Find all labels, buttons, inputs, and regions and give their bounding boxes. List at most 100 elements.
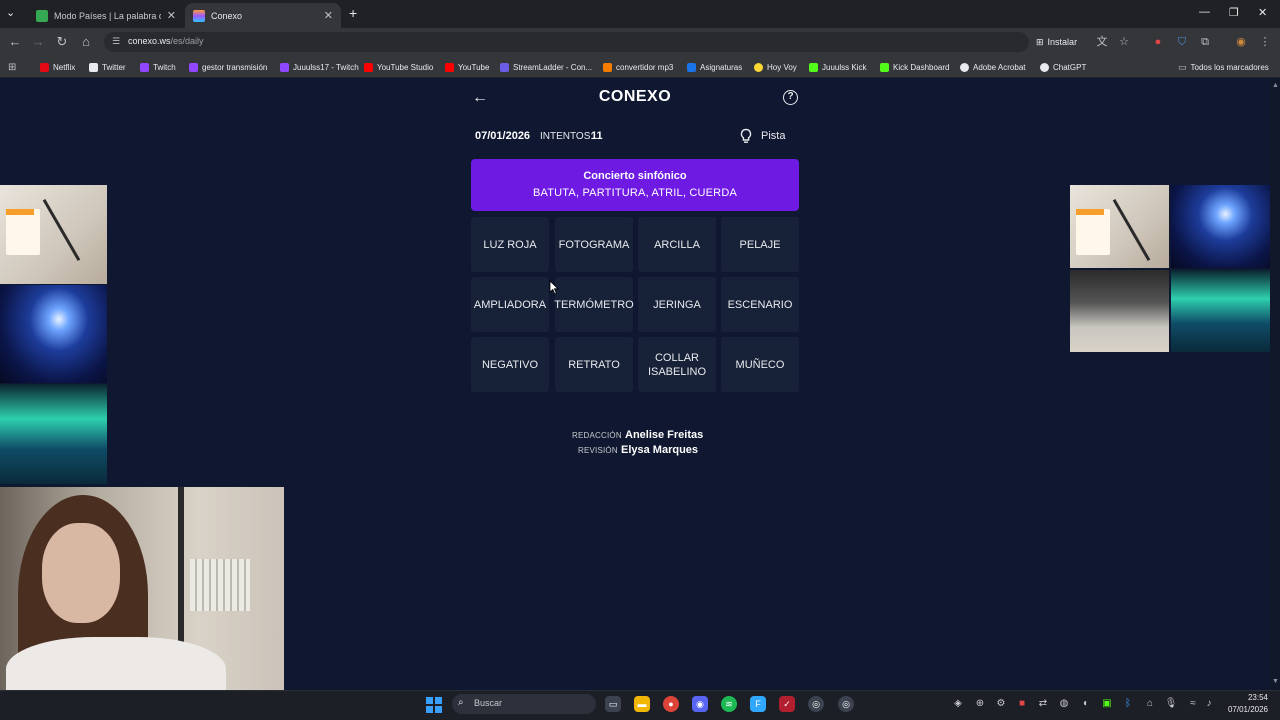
restore-icon[interactable]: ❐ [1229,6,1239,19]
bookmark-kick-dashboard[interactable]: Kick Dashboard [880,61,949,73]
lightbulb-icon[interactable] [739,128,753,144]
bookmark-convertidor[interactable]: convertidor mp3 [603,61,673,73]
windows-start-icon[interactable] [426,697,442,713]
bookmark-juuulss-kick[interactable]: Juuulss Kick [809,61,866,73]
file-explorer-icon[interactable]: ▬ [634,696,650,712]
tray-app-icon[interactable]: ■ [1015,698,1029,709]
word-tile[interactable]: FOTOGRAMA [555,217,633,272]
tab-search-icon[interactable]: ⌄ [6,6,15,19]
minimize-icon[interactable]: — [1199,6,1210,18]
scroll-down-icon[interactable]: ▼ [1272,678,1279,685]
bookmark-hoy-voy[interactable]: Hoy Voy [754,61,797,73]
tab-favicon [193,9,205,22]
back-icon[interactable]: ← [7,34,23,50]
tab-conexo[interactable]: Conexo ✕ [185,3,341,28]
scroll-up-icon[interactable]: ▲ [1272,82,1279,89]
bookmark-label: Todos los marcadores [1190,62,1269,72]
ad-graphic [6,209,40,255]
site-info-icon[interactable]: ☰ [112,36,120,47]
bookmark-asignaturas[interactable]: Asignaturas [687,61,742,73]
ad-image-galaxy-room[interactable] [1171,185,1270,268]
word-tile[interactable]: LUZ ROJA [471,217,549,272]
extension-badge-icon[interactable]: ● [1151,35,1165,49]
apps-grid-icon[interactable]: ⊞ [8,61,16,73]
bookmark-youtube-studio[interactable]: YouTube Studio [364,61,433,73]
bookmark-streamladder[interactable]: StreamLadder - Con... [500,61,592,73]
all-bookmarks-folder[interactable]: ▭ Todos los marcadores [1178,61,1269,73]
word-tile[interactable]: RETRATO [555,337,633,392]
media-app-icon[interactable]: ✓ [779,696,795,712]
url-path: /es/daily [170,36,204,46]
word-tile[interactable]: ARCILLA [638,217,716,272]
word-tile[interactable]: PELAJE [721,217,799,272]
tray-app-icon[interactable]: ◍ [1057,698,1071,709]
word-tile[interactable]: TERMÓMETRO [554,277,634,332]
scrollbar[interactable] [1270,79,1280,690]
taskbar-clock-date[interactable]: 07/01/2026 [1226,705,1268,714]
install-app-button[interactable]: ⊞ Instalar [1036,34,1077,50]
bookmark-twitch[interactable]: Twitch [140,61,176,73]
close-window-icon[interactable]: ✕ [1258,6,1267,19]
tray-usb-icon[interactable]: ⌂ [1143,698,1157,709]
photoshop-icon[interactable]: F [750,696,766,712]
address-bar[interactable] [104,32,1029,52]
obs-alt-icon[interactable]: ◎ [838,696,854,712]
tray-settings-icon[interactable]: ⚙ [994,698,1008,709]
ad-image-desk[interactable] [0,185,107,284]
word-tile[interactable]: COLLAR ISABELINO [638,337,716,392]
bookmark-gestor[interactable]: gestor transmisión [189,61,267,73]
obs-icon[interactable]: ◎ [808,696,824,712]
ad-image-aurora-room[interactable] [0,384,107,484]
bookmark-twitter[interactable]: Twitter [89,61,126,73]
chrome-icon[interactable]: ● [663,696,679,712]
ad-image-living-room[interactable] [1070,270,1169,352]
url-text[interactable]: conexo.ws/es/daily [128,36,204,46]
bookmark-chatgpt[interactable]: ChatGPT [1040,61,1086,73]
bookmark-juuulss-twitch[interactable]: Juuulss17 - Twitch [280,61,359,73]
tab-modo-paises[interactable]: Modo Países | La palabra del d ✕ [28,3,184,28]
word-tile[interactable]: MUÑECO [721,337,799,392]
discord-icon[interactable]: ◉ [692,696,708,712]
new-tab-icon[interactable]: + [349,5,357,21]
spotify-icon[interactable]: ≋ [721,696,737,712]
tray-wifi-icon[interactable]: ≈ [1186,698,1200,709]
tray-app-icon[interactable]: ◈ [951,698,965,709]
tray-microphone-icon[interactable]: 🎙︎ [1164,698,1178,709]
menu-icon[interactable]: ⋮ [1258,35,1272,49]
close-tab-icon[interactable]: ✕ [324,9,333,22]
word-tile[interactable]: JERINGA [638,277,716,332]
forward-icon[interactable]: → [30,34,46,50]
translate-icon[interactable]: 文 [1095,35,1109,49]
word-tile[interactable]: ESCENARIO [721,277,799,332]
bookmark-star-icon[interactable]: ☆ [1117,35,1131,49]
tray-chrome-icon[interactable]: ◐ [1079,698,1093,709]
word-tile[interactable]: NEGATIVO [471,337,549,392]
help-icon[interactable]: ? [783,90,798,105]
extensions-icon[interactable]: ⧉ [1198,35,1212,49]
home-icon[interactable]: ⌂ [78,34,94,50]
close-tab-icon[interactable]: ✕ [167,9,176,22]
ad-image-desk[interactable] [1070,185,1169,268]
tray-volume-icon[interactable]: ♪ [1202,698,1216,709]
shield-icon[interactable]: ⛉ [1175,35,1189,49]
puzzle-date: 07/01/2026 [475,130,531,142]
hint-button[interactable]: Pista [761,130,785,142]
profile-avatar-icon[interactable]: ◉ [1234,35,1248,49]
tray-app-icon[interactable]: ▣ [1100,698,1114,709]
bookmark-youtube[interactable]: YouTube [445,61,489,73]
tray-bluetooth-icon[interactable]: ᛒ [1121,698,1135,709]
tray-sync-icon[interactable]: ⇄ [1036,698,1050,709]
tray-app-icon[interactable]: ⊕ [973,698,987,709]
task-view-icon[interactable]: ▭ [605,696,621,712]
bookmark-adobe-acrobat[interactable]: Adobe Acrobat [960,61,1025,73]
word-tile[interactable]: AMPLIADORA [471,277,549,332]
taskbar-search-placeholder[interactable]: Buscar [474,698,502,708]
ad-image-galaxy-room[interactable] [0,285,107,383]
bookmark-netflix[interactable]: Netflix [40,61,75,73]
back-arrow-icon[interactable]: ← [471,89,489,107]
taskbar-clock-time[interactable]: 23:54 [1236,693,1268,702]
mouse-cursor-icon [549,280,559,295]
reload-icon[interactable]: ↻ [54,34,70,50]
ad-image-aurora-room[interactable] [1171,270,1270,352]
credits-editing-label: REDACCIÓN [572,431,622,440]
